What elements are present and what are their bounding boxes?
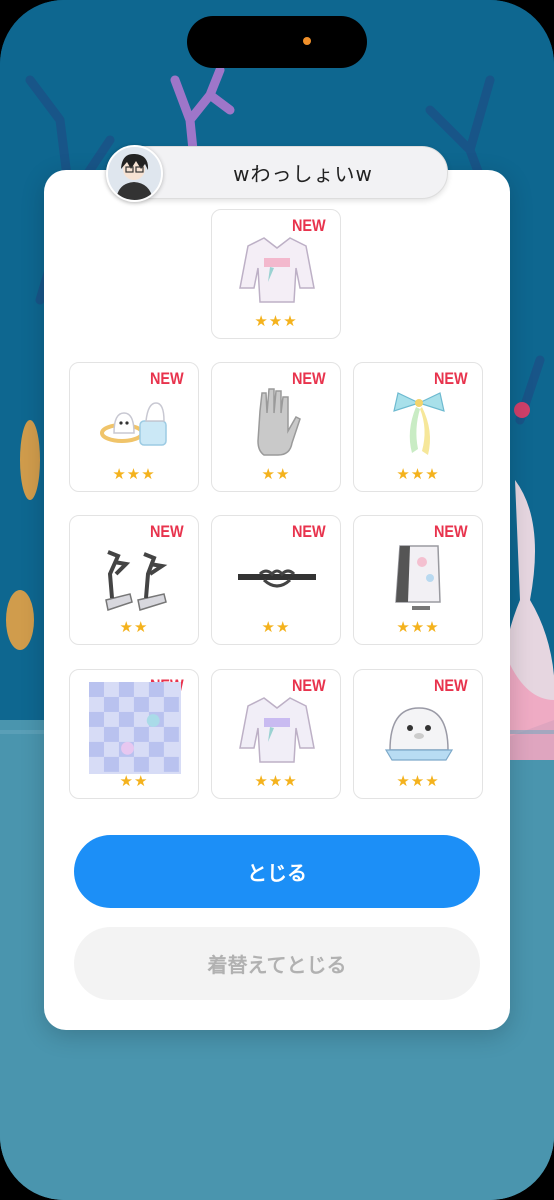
kimono-top-icon [239, 237, 315, 303]
rarity-stars: ★★★ [396, 618, 440, 636]
item-card[interactable]: NEW ★★ [69, 669, 199, 799]
checker-pattern-icon [89, 682, 181, 774]
rarity-stars: ★★ [119, 772, 149, 790]
item-card[interactable]: NEW ★★ [69, 515, 199, 645]
rarity-stars: ★★★ [112, 465, 156, 483]
rarity-stars: ★★ [119, 618, 149, 636]
item-card[interactable]: NEW ★★★ [353, 362, 483, 492]
rarity-stars: ★★★ [396, 465, 440, 483]
close-button[interactable]: とじる [74, 835, 480, 908]
camera-indicator [303, 37, 311, 45]
user-name: wわっしょいw [233, 162, 373, 186]
rarity-stars: ★★★ [396, 772, 440, 790]
rarity-stars: ★★ [261, 465, 291, 483]
item-card[interactable]: NEW ★★★ [211, 669, 341, 799]
rarity-stars: ★★ [261, 618, 291, 636]
seal-plush-icon [384, 707, 454, 761]
change-and-close-button[interactable]: 着替えてとじる [74, 927, 480, 1000]
ribbon-bow-icon [393, 392, 445, 455]
item-card[interactable]: NEW ★★★ [211, 209, 341, 339]
item-card[interactable]: NEW ★★ [211, 515, 341, 645]
camera-notch [187, 16, 367, 68]
glove-icon [257, 388, 301, 456]
item-card[interactable]: NEW ★★★ [353, 515, 483, 645]
rarity-stars: ★★★ [254, 772, 298, 790]
avatar-icon [106, 145, 163, 202]
ghost-float-accessory-icon [100, 402, 167, 446]
skirt-icon [395, 545, 441, 610]
item-card[interactable]: NEW ★★ [211, 362, 341, 492]
geta-sandals-icon [105, 550, 168, 611]
item-card[interactable]: NEW ★★★ [353, 669, 483, 799]
rarity-stars: ★★★ [254, 312, 298, 330]
choker-icon [238, 569, 316, 588]
kimono-top-icon [239, 697, 315, 763]
item-card[interactable]: NEW ★★★ [69, 362, 199, 492]
